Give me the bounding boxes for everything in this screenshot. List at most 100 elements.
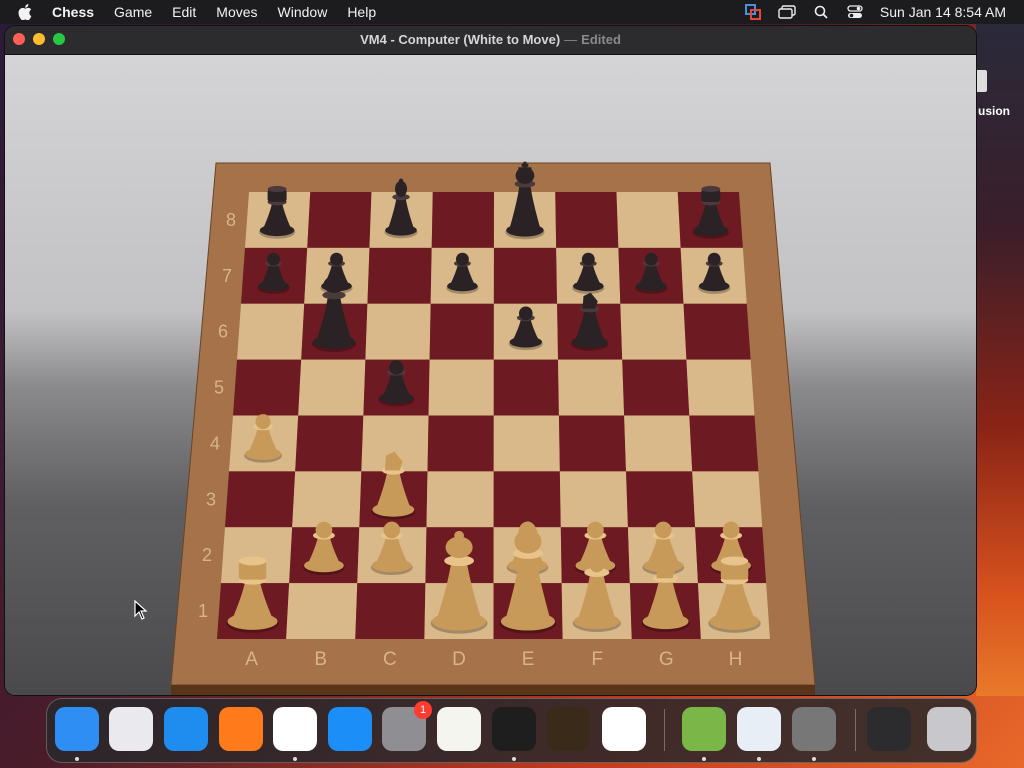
square-b3[interactable] — [292, 471, 362, 528]
square-c1[interactable] — [355, 583, 426, 639]
rank-label: 4 — [210, 433, 220, 453]
rank-label: 7 — [222, 266, 232, 286]
square-d4[interactable] — [427, 415, 494, 472]
menu-bar: Chess Game Edit Moves Window Help Sun Ja… — [0, 0, 1024, 24]
menu-help[interactable]: Help — [347, 4, 376, 20]
garageband-icon[interactable] — [546, 707, 590, 751]
rank-label: 5 — [214, 378, 224, 398]
square-f4[interactable] — [558, 415, 627, 472]
square-b8[interactable] — [307, 192, 372, 248]
disk-utility-icon[interactable] — [682, 707, 726, 751]
rank-label: 1 — [198, 601, 208, 621]
square-f8[interactable] — [555, 192, 619, 248]
dock: 1 — [46, 698, 977, 763]
square-g6[interactable] — [620, 303, 687, 360]
system-settings-icon[interactable]: 1 — [382, 701, 432, 751]
apple-menu-icon[interactable] — [18, 4, 34, 20]
running-indicator — [702, 757, 706, 761]
board-scene: 8 7 6 5 4 3 2 1 A B C D E F G H — [5, 55, 976, 695]
dock-separator — [664, 709, 665, 751]
rank-label: 2 — [202, 545, 212, 565]
rank-label: 6 — [218, 322, 228, 342]
notification-badge: 1 — [414, 701, 432, 719]
vmware-icon[interactable] — [737, 707, 781, 751]
app-store-icon[interactable] — [328, 707, 372, 751]
square-e4[interactable] — [493, 415, 560, 472]
desktop-file-icon[interactable] — [975, 70, 987, 92]
firefox-icon[interactable] — [219, 707, 263, 751]
menu-window[interactable]: Window — [278, 4, 328, 20]
running-indicator — [293, 757, 297, 761]
dock-separator — [855, 709, 856, 751]
spotlight-search-icon[interactable] — [812, 4, 830, 20]
square-b4[interactable] — [295, 415, 364, 472]
running-indicator — [75, 757, 79, 761]
square-b1[interactable] — [286, 583, 358, 639]
square-b5[interactable] — [298, 359, 366, 416]
menu-game[interactable]: Game — [114, 4, 152, 20]
file-label: G — [659, 649, 674, 670]
chess-board[interactable]: 8 7 6 5 4 3 2 1 A B C D E F G H — [5, 55, 976, 695]
menubar-clock[interactable]: Sun Jan 14 8:54 AM — [880, 4, 1006, 20]
chess-icon[interactable] — [792, 707, 836, 751]
square-h4[interactable] — [689, 415, 759, 472]
file-label: C — [383, 649, 397, 670]
square-g8[interactable] — [616, 192, 681, 248]
square-h5[interactable] — [686, 359, 755, 416]
mouse-cursor-icon — [134, 600, 148, 620]
vscode-icon[interactable] — [602, 707, 646, 751]
square-e3[interactable] — [493, 471, 561, 528]
square-d6[interactable] — [429, 303, 494, 360]
rank-label: 3 — [206, 489, 216, 509]
file-label: D — [452, 649, 466, 670]
square-d8[interactable] — [431, 192, 494, 248]
window-title: VM4 - Computer (White to Move) — Edited — [5, 32, 976, 47]
window-titlebar[interactable]: VM4 - Computer (White to Move) — Edited — [5, 26, 976, 55]
square-h3[interactable] — [692, 471, 763, 528]
vmware-menubar-icon[interactable] — [744, 4, 762, 20]
desktop-item-label[interactable]: usion — [978, 104, 1010, 118]
square-f3[interactable] — [559, 471, 628, 528]
square-a5[interactable] — [233, 359, 302, 416]
file-label: B — [314, 649, 327, 670]
title-separator: — — [564, 32, 578, 47]
square-a6[interactable] — [237, 303, 305, 360]
finder-icon[interactable] — [55, 707, 99, 751]
textedit-icon[interactable] — [437, 707, 481, 751]
square-e5[interactable] — [493, 359, 559, 416]
file-label: F — [591, 649, 603, 670]
running-indicator — [512, 757, 516, 761]
square-a3[interactable] — [225, 471, 296, 528]
square-d3[interactable] — [426, 471, 494, 528]
safari-icon[interactable] — [164, 707, 208, 751]
square-f5[interactable] — [558, 359, 625, 416]
square-c7[interactable] — [367, 247, 432, 304]
desktop-wallpaper — [976, 24, 1024, 696]
window-switcher-icon[interactable] — [778, 4, 796, 20]
square-g4[interactable] — [624, 415, 693, 472]
trash-icon[interactable] — [927, 707, 971, 751]
menu-edit[interactable]: Edit — [172, 4, 196, 20]
file-label: H — [729, 649, 743, 670]
menu-moves[interactable]: Moves — [216, 4, 257, 20]
downloads-stack-icon[interactable] — [867, 707, 911, 751]
square-c6[interactable] — [365, 303, 431, 360]
chess-window: VM4 - Computer (White to Move) — Edited 8 7… — [5, 26, 976, 695]
menu-app-chess[interactable]: Chess — [52, 4, 94, 20]
square-h6[interactable] — [683, 303, 751, 360]
running-indicator — [812, 757, 816, 761]
launchpad-icon[interactable] — [109, 707, 153, 751]
file-label: A — [245, 649, 258, 670]
window-title-text: VM4 - Computer (White to Move) — [360, 32, 561, 47]
file-label: E — [522, 649, 535, 670]
terminal-icon[interactable] — [492, 707, 536, 751]
edited-status: Edited — [581, 32, 621, 47]
square-d5[interactable] — [428, 359, 494, 416]
control-center-icon[interactable] — [846, 4, 864, 20]
running-indicator — [757, 757, 761, 761]
square-g5[interactable] — [622, 359, 690, 416]
square-g3[interactable] — [626, 471, 696, 528]
chrome-icon[interactable] — [273, 707, 317, 751]
square-e7[interactable] — [493, 247, 558, 304]
board-frame-edge — [171, 685, 815, 695]
